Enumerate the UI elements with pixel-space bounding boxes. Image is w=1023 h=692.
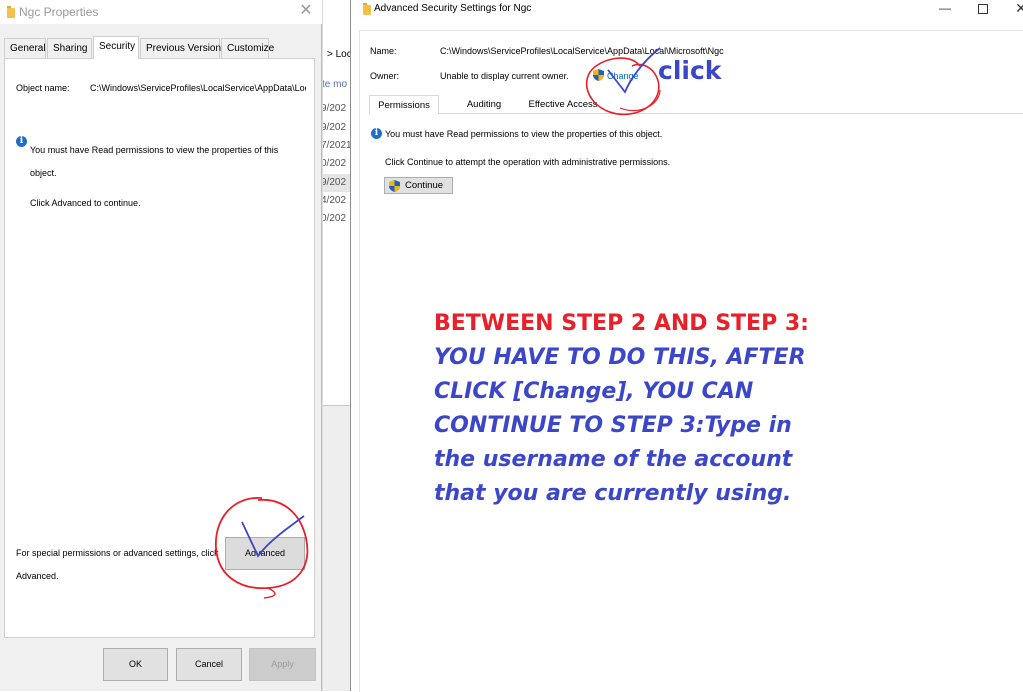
list-item[interactable]: 0/202 [323, 155, 350, 173]
properties-title-bar: Ngc Properties ✕ [0, 0, 322, 24]
tab-auditing[interactable]: Auditing [454, 95, 514, 114]
folder-icon [363, 3, 371, 15]
info-icon: i [16, 136, 27, 147]
object-name-value: C:\Windows\ServiceProfiles\LocalService\… [90, 83, 306, 93]
list-item[interactable]: 9/202 [323, 119, 350, 137]
continue-button-label: Continue [405, 180, 444, 191]
folder-icon [7, 6, 15, 18]
change-owner-link[interactable]: Change [607, 71, 639, 81]
cancel-button[interactable]: Cancel [176, 648, 242, 681]
advanced-window-title: Advanced Security Settings for Ngc [374, 3, 532, 14]
special-permissions-text: For special permissions or advanced sett… [16, 548, 219, 581]
properties-title: Ngc Properties [19, 5, 99, 19]
apply-button[interactable]: Apply [249, 648, 316, 681]
maximize-icon [978, 4, 988, 14]
advanced-button[interactable]: Advanced [225, 537, 305, 570]
list-item[interactable]: 4/202 [323, 192, 350, 210]
ngc-properties-dialog: Ngc Properties ✕ General Sharing Securit… [0, 0, 322, 691]
tab-effective-access[interactable]: Effective Access [523, 95, 603, 114]
list-item[interactable]: 9/202 [323, 174, 350, 192]
tab-security[interactable]: Security [93, 36, 139, 59]
address-breadcrumb[interactable]: > Loc [327, 49, 350, 60]
continue-instruction-text: Click Continue to attempt the operation … [385, 157, 671, 167]
uac-shield-icon [593, 69, 604, 81]
annotation-body: YOU HAVE TO DO THIS, AFTER CLICK [Change… [434, 345, 806, 506]
owner-label: Owner: [370, 71, 400, 81]
explorer-window-background: > Loc te mo 9/202 9/202 7/2021 0/202 9/2… [322, 0, 350, 691]
uac-shield-icon [389, 180, 400, 192]
name-value: C:\Windows\ServiceProfiles\LocalService\… [440, 46, 724, 56]
read-permission-message: You must have Read permissions to view t… [385, 129, 663, 139]
list-item[interactable]: 7/2021 [323, 137, 350, 155]
tab-divider [369, 113, 1023, 114]
date-modified-column-header[interactable]: te mo [323, 79, 347, 90]
annotation-click-label: click [658, 56, 722, 85]
owner-value: Unable to display current owner. [440, 71, 569, 81]
explorer-empty-area [323, 405, 350, 691]
ok-button[interactable]: OK [103, 648, 168, 681]
maximize-button[interactable] [963, 0, 1003, 18]
properties-close-button[interactable]: ✕ [298, 3, 314, 19]
tab-general[interactable]: General [4, 38, 46, 58]
tab-previous-versions[interactable]: Previous Versions [140, 38, 226, 58]
list-item[interactable]: 9/202 [323, 100, 350, 118]
security-tab-panel: Object name: C:\Windows\ServiceProfiles\… [4, 58, 315, 638]
close-button[interactable]: ✕ [1001, 0, 1023, 18]
tab-customize[interactable]: Customize [221, 38, 274, 58]
tab-sharing[interactable]: Sharing [47, 38, 92, 58]
tab-permissions[interactable]: Permissions [369, 95, 439, 114]
continue-button[interactable]: Continue [384, 177, 453, 194]
read-permission-message: You must have Read permissions to view t… [30, 145, 279, 178]
object-name-label: Object name: [16, 83, 70, 93]
list-item[interactable]: 0/202 [323, 210, 350, 228]
minimize-button[interactable]: — [925, 0, 965, 18]
info-icon: i [371, 128, 382, 139]
name-label: Name: [370, 46, 397, 56]
annotation-instructions: BETWEEN STEP 2 AND STEP 3: YOU HAVE TO D… [434, 307, 824, 511]
annotation-headline: BETWEEN STEP 2 AND STEP 3: [434, 311, 809, 336]
advanced-hint-text: Click Advanced to continue. [30, 198, 141, 208]
